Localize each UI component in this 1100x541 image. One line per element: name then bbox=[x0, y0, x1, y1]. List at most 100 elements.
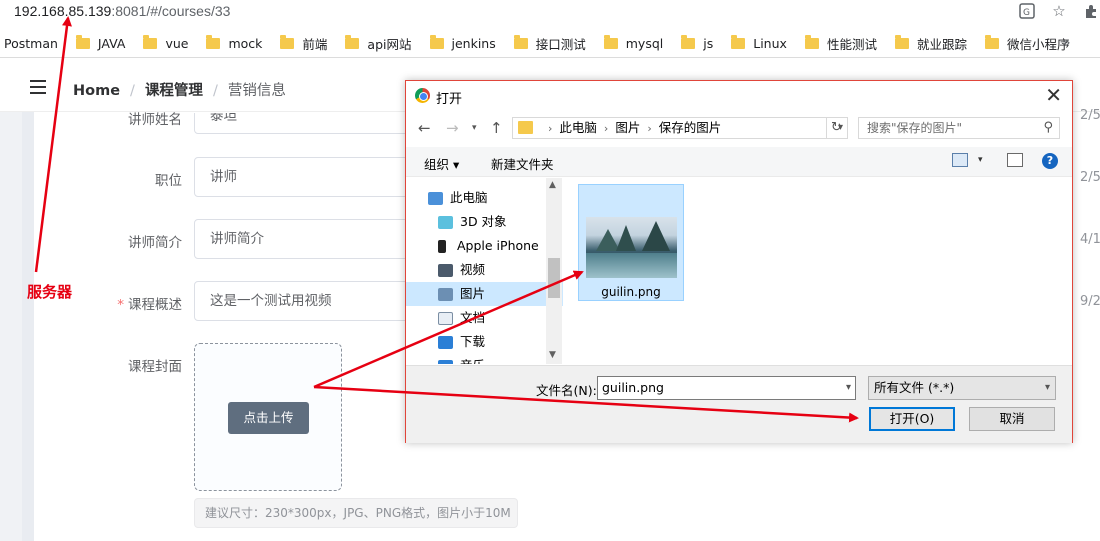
nav-item-videos[interactable]: 视频 bbox=[438, 258, 563, 282]
bookmark-vue[interactable]: vue bbox=[143, 35, 188, 51]
star-icon[interactable]: ☆ bbox=[1050, 2, 1068, 20]
nav-item-iphone[interactable]: Apple iPhone bbox=[438, 234, 563, 258]
path-segment[interactable]: 保存的图片 bbox=[659, 120, 722, 135]
breadcrumb-current: 营销信息 bbox=[227, 83, 286, 99]
url-text[interactable]: 192.168.85.139:8081/#/courses/33 bbox=[14, 3, 230, 19]
hamburger-icon[interactable] bbox=[30, 80, 46, 94]
view-options: ▾ bbox=[952, 153, 1023, 167]
folder-icon bbox=[429, 35, 444, 49]
chrome-icon bbox=[415, 88, 430, 103]
view-mode-icon[interactable] bbox=[952, 153, 968, 167]
bookmark-postman[interactable]: Postman bbox=[4, 36, 58, 51]
chevron-down-icon[interactable]: ▾ bbox=[978, 155, 983, 165]
image-thumbnail bbox=[586, 217, 677, 278]
folder-icon bbox=[681, 35, 696, 49]
bookmark-label: JAVA bbox=[97, 36, 126, 51]
bookmark-employment[interactable]: 就业跟踪 bbox=[894, 34, 967, 53]
cube-icon bbox=[438, 216, 453, 229]
teacher-name-label: 讲师姓名 bbox=[128, 112, 182, 128]
svg-text:G: G bbox=[1023, 8, 1030, 18]
preview-pane-icon[interactable] bbox=[1006, 153, 1023, 167]
path-segment[interactable]: 此电脑 bbox=[559, 120, 597, 135]
scrollbar-thumb[interactable] bbox=[548, 258, 560, 298]
chevron-down-icon: ▾ bbox=[1044, 382, 1050, 393]
open-button[interactable]: 打开(O) bbox=[869, 407, 955, 431]
bookmark-mock[interactable]: mock bbox=[206, 35, 262, 51]
cover-label: 课程封面 bbox=[128, 359, 182, 375]
char-counter: 9/2 bbox=[1080, 294, 1100, 309]
bookmark-linux[interactable]: Linux bbox=[731, 35, 787, 51]
phone-icon bbox=[438, 240, 446, 253]
navigation-pane: 此电脑 3D 对象 Apple iPhone 视频 图片 文档 下载 音乐 bbox=[406, 178, 563, 364]
bookmark-api-site[interactable]: api网站 bbox=[345, 34, 412, 53]
nav-item-pictures[interactable]: 图片 bbox=[406, 282, 563, 306]
bookmark-js[interactable]: js bbox=[681, 35, 713, 51]
file-item-selected[interactable]: guilin.png bbox=[578, 184, 684, 301]
up-arrow-icon[interactable]: ↑ bbox=[490, 119, 503, 137]
nav-item-this-pc[interactable]: 此电脑 bbox=[428, 186, 558, 210]
bookmark-frontend[interactable]: 前端 bbox=[280, 34, 327, 53]
filetype-select[interactable]: 所有文件 (*.*) ▾ bbox=[868, 376, 1056, 400]
bookmark-jenkins[interactable]: jenkins bbox=[429, 35, 496, 51]
filetype-value: 所有文件 (*.*) bbox=[874, 380, 955, 395]
bookmark-perf-test[interactable]: 性能测试 bbox=[804, 34, 877, 53]
dialog-nav-row: ← → ▾ ↑ › 此电脑 › 图片 › 保存的图片 ▾ ↻ 搜索"保存的图片" ⚲ bbox=[406, 113, 1072, 143]
path-segment[interactable]: 图片 bbox=[615, 120, 640, 135]
bookmark-wechat-mini[interactable]: 微信小程序 bbox=[984, 34, 1069, 53]
new-folder-button[interactable]: 新建文件夹 bbox=[491, 154, 554, 173]
nav-item-music[interactable]: 音乐 bbox=[438, 354, 563, 364]
cancel-button[interactable]: 取消 bbox=[969, 407, 1055, 431]
bookmark-mysql[interactable]: mysql bbox=[603, 35, 664, 51]
sidebar-strip-inner bbox=[22, 112, 34, 541]
nav-label: 音乐 bbox=[460, 358, 485, 364]
nav-item-3d-objects[interactable]: 3D 对象 bbox=[438, 210, 563, 234]
nav-scrollbar[interactable]: ▲ ▼ bbox=[546, 178, 562, 364]
server-annotation-label: 服务器 bbox=[27, 283, 73, 301]
search-input[interactable]: 搜索"保存的图片" ⚲ bbox=[858, 117, 1060, 139]
dialog-toolbar: 组织 ▾ 新建文件夹 ▾ ? bbox=[406, 147, 1072, 177]
file-list: guilin.png bbox=[564, 178, 1072, 364]
char-counter: 2/5 bbox=[1080, 108, 1100, 123]
extensions-icon[interactable] bbox=[1082, 2, 1100, 20]
bookmark-api-test[interactable]: 接口测试 bbox=[513, 34, 586, 53]
overview-label-text: 课程概述 bbox=[128, 297, 182, 313]
position-input[interactable]: 讲师 bbox=[194, 157, 424, 197]
scroll-down-icon[interactable]: ▼ bbox=[549, 350, 556, 360]
address-bar[interactable]: 192.168.85.139:8081/#/courses/33 G ☆ bbox=[0, 0, 1100, 26]
search-placeholder: 搜索"保存的图片" bbox=[867, 121, 963, 135]
back-arrow-icon[interactable]: ← bbox=[418, 119, 431, 137]
intro-input[interactable]: 讲师简介 bbox=[194, 219, 424, 259]
breadcrumb-section[interactable]: 课程管理 bbox=[145, 83, 203, 99]
refresh-icon[interactable]: ↻ bbox=[826, 117, 846, 139]
overview-label: * 课程概述 bbox=[92, 293, 182, 313]
overview-input[interactable]: 这是一个测试用视频 bbox=[194, 281, 424, 321]
bookmark-label: jenkins bbox=[451, 36, 496, 51]
bookmark-label: mysql bbox=[625, 36, 664, 51]
path-bar[interactable]: › 此电脑 › 图片 › 保存的图片 ▾ bbox=[512, 117, 848, 139]
required-asterisk: * bbox=[117, 297, 124, 313]
folder-icon bbox=[731, 35, 746, 49]
breadcrumb-home[interactable]: Home bbox=[73, 83, 120, 99]
upload-button[interactable]: 点击上传 bbox=[228, 402, 309, 434]
bookmark-java[interactable]: JAVA bbox=[75, 35, 126, 51]
dialog-titlebar[interactable]: 打开 ✕ bbox=[406, 81, 1072, 111]
nav-item-downloads[interactable]: 下载 bbox=[438, 330, 563, 354]
cover-uploader[interactable]: 点击上传 bbox=[194, 343, 342, 491]
nav-label: 下载 bbox=[460, 334, 486, 349]
help-icon[interactable]: ? bbox=[1042, 153, 1058, 169]
intro-label: 讲师简介 bbox=[128, 235, 182, 251]
folder-icon bbox=[75, 35, 90, 49]
chevron-down-icon[interactable]: ▾ bbox=[846, 377, 851, 399]
filename-input[interactable]: guilin.png ▾ bbox=[597, 376, 856, 400]
bookmarks-more-button[interactable]: » bbox=[1062, 35, 1071, 51]
address-bar-icons: G ☆ bbox=[1018, 2, 1100, 20]
close-icon[interactable]: ✕ bbox=[1045, 84, 1062, 106]
dialog-footer: 文件名(N): guilin.png ▾ 所有文件 (*.*) ▾ 打开(O) 取消 bbox=[406, 365, 1072, 443]
nav-label: 3D 对象 bbox=[460, 214, 507, 229]
forward-arrow-icon[interactable]: → bbox=[446, 119, 459, 137]
nav-item-documents[interactable]: 文档 bbox=[438, 306, 563, 330]
organize-menu[interactable]: 组织 ▾ bbox=[424, 154, 459, 173]
scroll-up-icon[interactable]: ▲ bbox=[549, 180, 556, 190]
translate-icon[interactable]: G bbox=[1018, 2, 1036, 20]
recent-dropdown-icon[interactable]: ▾ bbox=[472, 123, 477, 133]
